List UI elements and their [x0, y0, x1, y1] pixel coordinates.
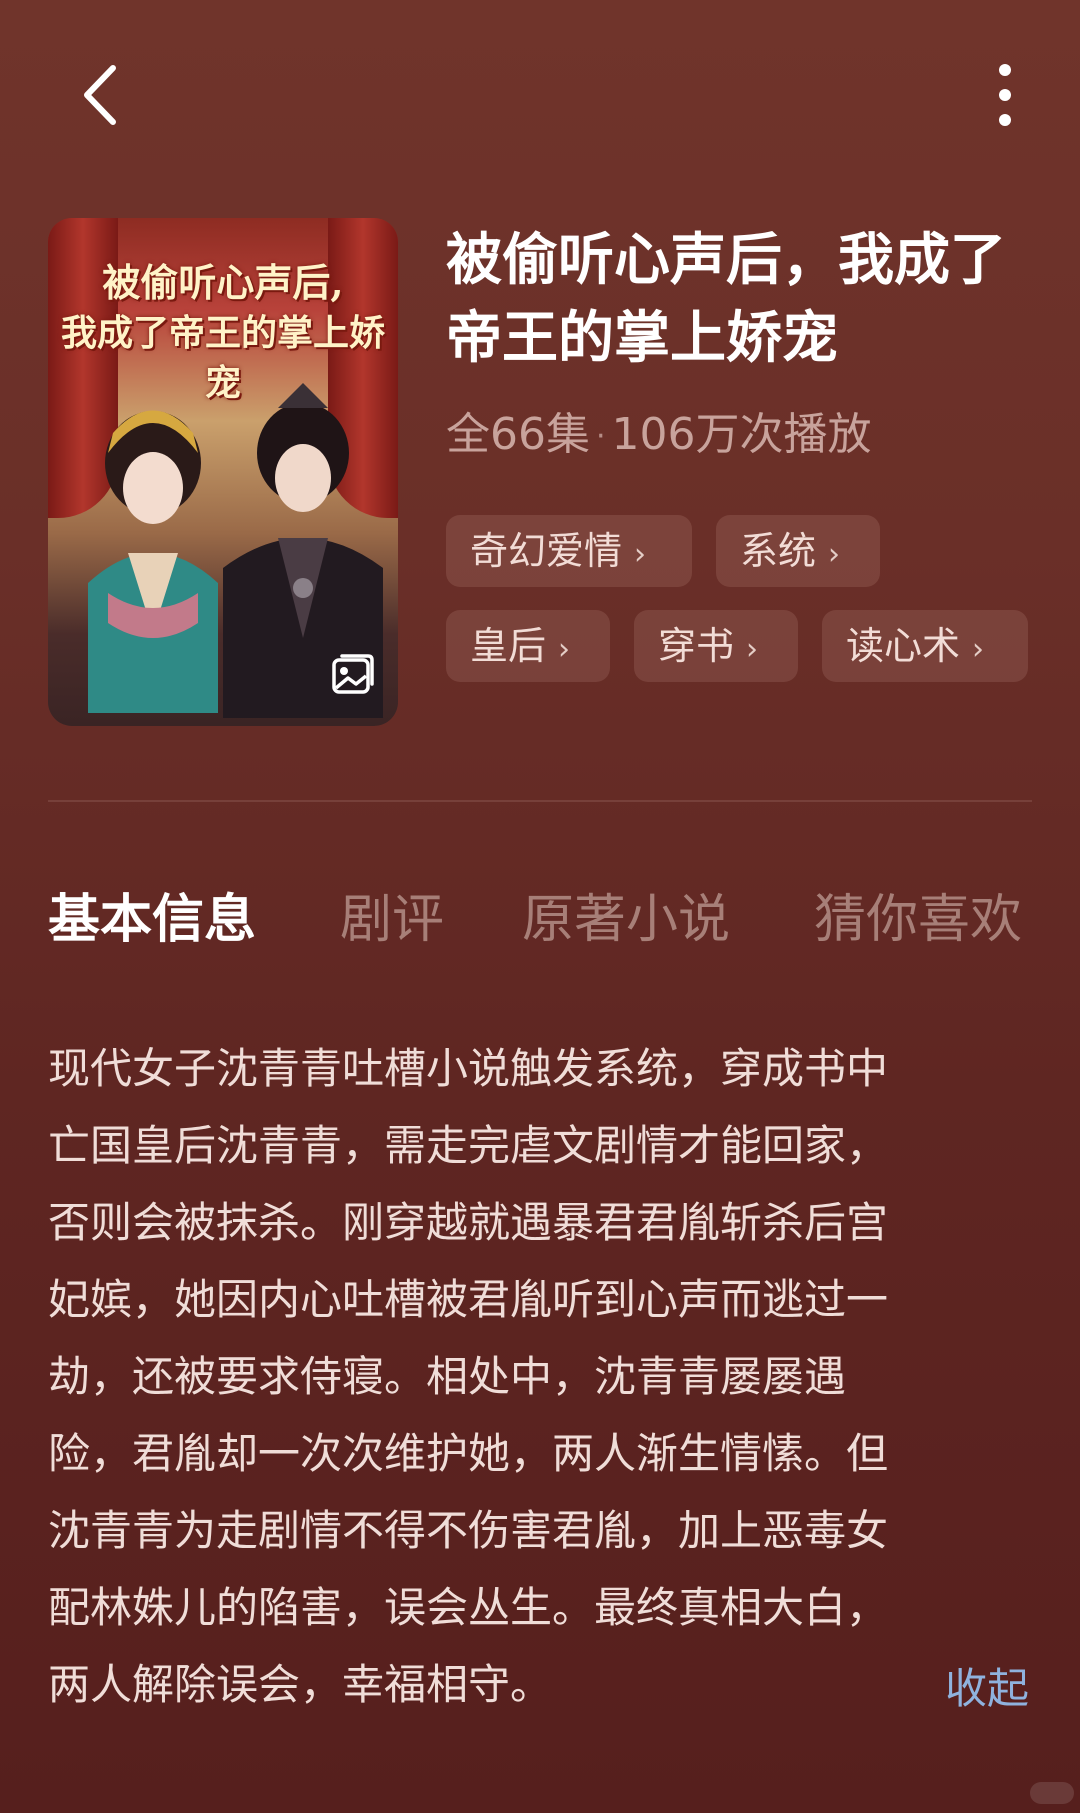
tag-label: 奇幻爱情 — [470, 529, 623, 573]
more-options-button[interactable] — [975, 55, 1035, 135]
tag-empress[interactable]: 皇后 › — [446, 610, 610, 682]
tag-fantasy-romance[interactable]: 奇幻爱情 › — [446, 515, 692, 587]
synopsis-line: 两人解除误会，幸福相守。 — [48, 1660, 553, 1709]
tag-mind-reading[interactable]: 读心术 › — [822, 610, 1028, 682]
play-count: 106万次播放 — [611, 409, 872, 460]
synopsis-line: 亡国皇后沈青青，需走完虐文剧情才能回家， — [48, 1121, 889, 1170]
drama-title: 被偷听心声后，我成了帝王的掌上娇宠 — [446, 228, 1006, 371]
watermark — [1030, 1782, 1074, 1804]
poster-title-art: 被偷听心声后, 我成了帝王的掌上娇宠 — [60, 260, 385, 404]
synopsis-line: 妃嫔，她因内心吐槽被君胤听到心声而逃过一 — [48, 1275, 889, 1324]
synopsis-line: 配林姝儿的陷害，误会丛生。最终真相大白， — [48, 1583, 889, 1632]
collapse-button[interactable]: 收起 — [945, 1657, 1029, 1721]
tab-original-novel[interactable]: 原著小说 — [522, 885, 730, 955]
chevron-right-icon: › — [746, 632, 759, 667]
image-icon[interactable] — [326, 648, 378, 700]
tag-label: 皇后 — [470, 624, 547, 668]
section-divider — [48, 800, 1032, 802]
tab-basic-info[interactable]: 基本信息 — [48, 885, 256, 955]
drama-meta: 全66集 · 106万次播放 — [446, 405, 1006, 467]
synopsis-line: 劫，还被要求侍寝。相处中，沈青青屡屡遇 — [48, 1352, 847, 1401]
more-vertical-icon — [999, 64, 1011, 126]
tab-reviews[interactable]: 剧评 — [340, 885, 444, 955]
episode-count: 全66集 — [446, 409, 590, 460]
chevron-right-icon: › — [634, 537, 647, 572]
synopsis-line: 现代女子沈青青吐槽小说触发系统，穿成书中 — [48, 1044, 889, 1093]
tag-transmigration[interactable]: 穿书 › — [634, 610, 798, 682]
chevron-right-icon: › — [828, 537, 841, 572]
drama-poster[interactable]: 被偷听心声后, 我成了帝王的掌上娇宠 — [48, 218, 398, 726]
tab-recommendations[interactable]: 猜你喜欢 — [814, 885, 1022, 955]
chevron-left-icon — [84, 65, 116, 125]
tag-label: 系统 — [740, 529, 817, 573]
tag-label: 穿书 — [658, 624, 735, 668]
synopsis-line: 否则会被抹杀。刚穿越就遇暴君君胤斩杀后宫 — [48, 1198, 889, 1247]
tag-label: 读心术 — [846, 624, 961, 668]
back-button[interactable] — [60, 55, 140, 135]
synopsis-line: 沈青青为走剧情不得不伤害君胤，加上恶毒女 — [48, 1506, 889, 1555]
tag-system[interactable]: 系统 › — [716, 515, 880, 587]
chevron-right-icon: › — [558, 632, 571, 667]
meta-separator: · — [596, 419, 606, 454]
chevron-right-icon: › — [972, 632, 985, 667]
top-bar — [0, 0, 1080, 190]
synopsis-line: 险，君胤却一次次维护她，两人渐生情愫。但 — [48, 1429, 889, 1478]
synopsis: 现代女子沈青青吐槽小说触发系统，穿成书中 亡国皇后沈青青，需走完虐文剧情才能回家… — [48, 1030, 1033, 1723]
